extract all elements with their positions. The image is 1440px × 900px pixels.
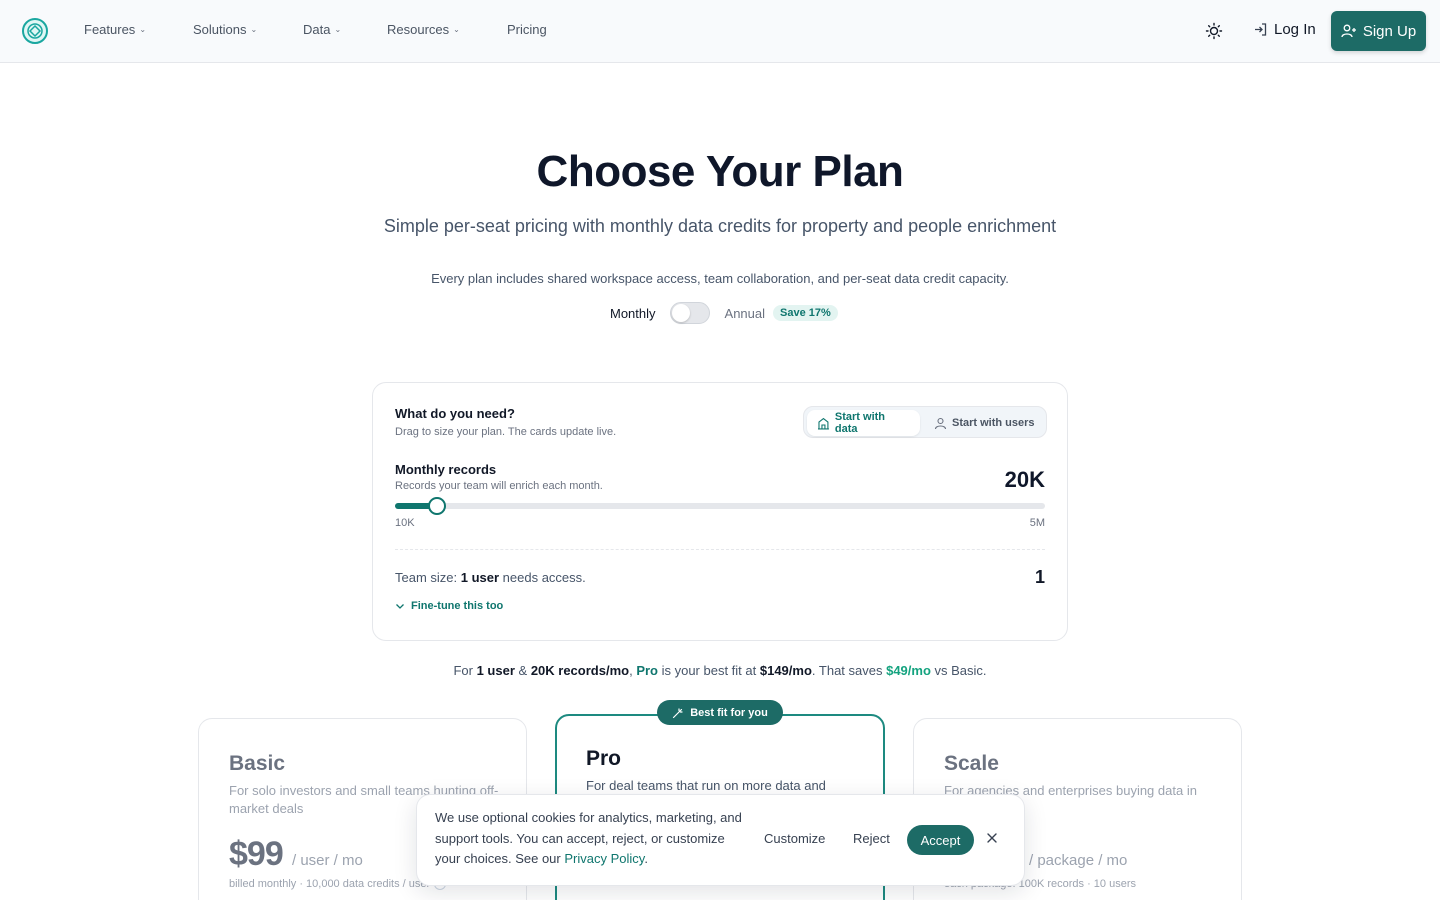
records-slider[interactable] — [395, 497, 1045, 515]
plan-name: Basic — [229, 752, 286, 775]
billing-toggle-knob — [671, 304, 690, 322]
team-size-bold: 1 user — [460, 570, 500, 585]
billing-annual-label[interactable]: Annual — [725, 306, 765, 321]
best-fit-badge-label: Best fit for you — [690, 706, 768, 719]
cookie-reject-button[interactable]: Reject — [853, 831, 890, 846]
team-size-suffix: needs access. — [499, 570, 586, 585]
billing-monthly-label[interactable]: Monthly — [610, 306, 656, 321]
signup-label: Sign Up — [1362, 22, 1417, 40]
nav-data[interactable]: Data ⌄ — [303, 22, 341, 37]
best-fit-text: vs Basic. — [930, 663, 987, 678]
plan-price: $99 — [229, 835, 284, 873]
nav-data-label: Data — [303, 22, 331, 37]
best-fit-plan: Pro — [636, 663, 658, 678]
cookie-accept-button[interactable]: Accept — [907, 825, 974, 855]
start-with-data-button[interactable]: Start with data — [807, 410, 920, 436]
save-percent-badge: Save 17% — [773, 305, 838, 321]
records-slider-min: 10K — [395, 517, 415, 529]
plan-description: For deal teams that run on more data and — [586, 778, 826, 793]
close-icon[interactable] — [985, 831, 999, 845]
nav-resources[interactable]: Resources ⌄ — [387, 22, 460, 37]
nav-pricing-label: Pricing — [507, 22, 547, 37]
page-subtitle: Simple per-seat pricing with monthly dat… — [383, 216, 1057, 236]
monthly-records-sublabel: Records your team will enrich each month… — [395, 480, 603, 492]
brand-logo-icon[interactable] — [22, 18, 48, 44]
best-fit-text: For — [453, 663, 477, 678]
nav-resources-label: Resources — [387, 22, 450, 37]
sun-icon — [1205, 22, 1223, 40]
team-size-text: Team size: 1 user needs access. — [395, 570, 586, 585]
chevron-down-icon: ⌄ — [334, 25, 342, 34]
cookie-message-end: . — [644, 851, 648, 866]
plan-price-unit: / user / mo — [292, 852, 363, 869]
nav-solutions[interactable]: Solutions ⌄ — [193, 22, 257, 37]
records-slider-thumb[interactable] — [428, 497, 446, 515]
nav-features[interactable]: Features ⌄ — [84, 22, 146, 37]
fine-tune-label: Fine-tune this too — [411, 600, 504, 612]
best-fit-text: is your best fit at — [657, 663, 760, 678]
monthly-records-value: 20K — [1004, 467, 1045, 492]
billing-period-switch: Monthly Annual Save 17% — [610, 302, 838, 324]
building-icon — [817, 417, 829, 429]
sizer-title: What do you need? — [395, 406, 515, 421]
chevron-down-icon: ⌄ — [139, 25, 147, 34]
top-navbar: Features ⌄ Solutions ⌄ Data ⌄ Resources … — [0, 0, 1440, 63]
theme-toggle-button[interactable] — [1203, 20, 1225, 42]
plan-sizer-panel: What do you need? Drag to size your plan… — [372, 382, 1068, 641]
best-fit-users: 1 user — [476, 663, 515, 678]
monthly-records-label: Monthly records — [395, 462, 497, 477]
privacy-policy-link[interactable]: Privacy Policy — [564, 851, 644, 866]
plan-name: Pro — [586, 747, 622, 770]
magic-wand-icon — [673, 707, 683, 718]
best-fit-price: $149/mo — [759, 663, 812, 678]
page-title: Choose Your Plan — [536, 147, 904, 196]
nav-pricing[interactable]: Pricing — [507, 22, 547, 37]
fine-tune-toggle[interactable]: Fine-tune this too — [395, 600, 503, 612]
chevron-down-icon — [396, 604, 404, 609]
login-button[interactable]: Log In — [1253, 21, 1316, 38]
users-icon — [934, 417, 947, 429]
login-label: Log In — [1274, 21, 1316, 38]
start-with-users-label: Start with users — [952, 417, 1035, 429]
login-icon — [1255, 23, 1267, 36]
sizer-mode-switch: Start with data Start with users — [803, 406, 1047, 438]
best-fit-savings: $49/mo — [886, 663, 931, 678]
plan-billing-detail: billed monthly · 10,000 data credits / u… — [229, 878, 447, 891]
team-size-prefix: Team size: — [395, 570, 461, 585]
plan-includes-note: Every plan includes shared workspace acc… — [431, 271, 1009, 286]
cookie-message: We use optional cookies for analytics, m… — [435, 808, 745, 870]
plan-billing-text: billed monthly · 10,000 data credits / u… — [229, 878, 431, 890]
nav-solutions-label: Solutions — [193, 22, 247, 37]
team-size-value: 1 — [1034, 567, 1045, 587]
billing-toggle[interactable] — [669, 302, 710, 324]
best-fit-summary: For 1 user & 20K records/mo, Pro is your… — [0, 663, 1440, 678]
start-with-data-label: Start with data — [834, 411, 886, 435]
chevron-down-icon: ⌄ — [453, 25, 460, 34]
nav-features-label: Features — [84, 22, 136, 37]
best-fit-text: . That saves — [811, 663, 887, 678]
plan-price-unit: / package / mo — [1029, 852, 1128, 869]
records-slider-max: 5M — [1029, 517, 1045, 529]
cookie-consent-banner: We use optional cookies for analytics, m… — [416, 794, 1025, 886]
chevron-down-icon: ⌄ — [250, 25, 258, 34]
best-fit-records: 20K records/mo — [530, 663, 630, 678]
best-fit-badge: Best fit for you — [657, 700, 783, 725]
signup-button[interactable]: Sign Up — [1331, 11, 1426, 51]
cookie-customize-button[interactable]: Customize — [764, 831, 825, 846]
sizer-divider — [395, 549, 1045, 550]
start-with-users-button[interactable]: Start with users — [924, 410, 1045, 436]
user-plus-icon — [1341, 24, 1356, 38]
sizer-subtitle: Drag to size your plan. The cards update… — [395, 426, 617, 438]
plan-name: Scale — [944, 752, 999, 775]
best-fit-text: & — [514, 663, 531, 678]
